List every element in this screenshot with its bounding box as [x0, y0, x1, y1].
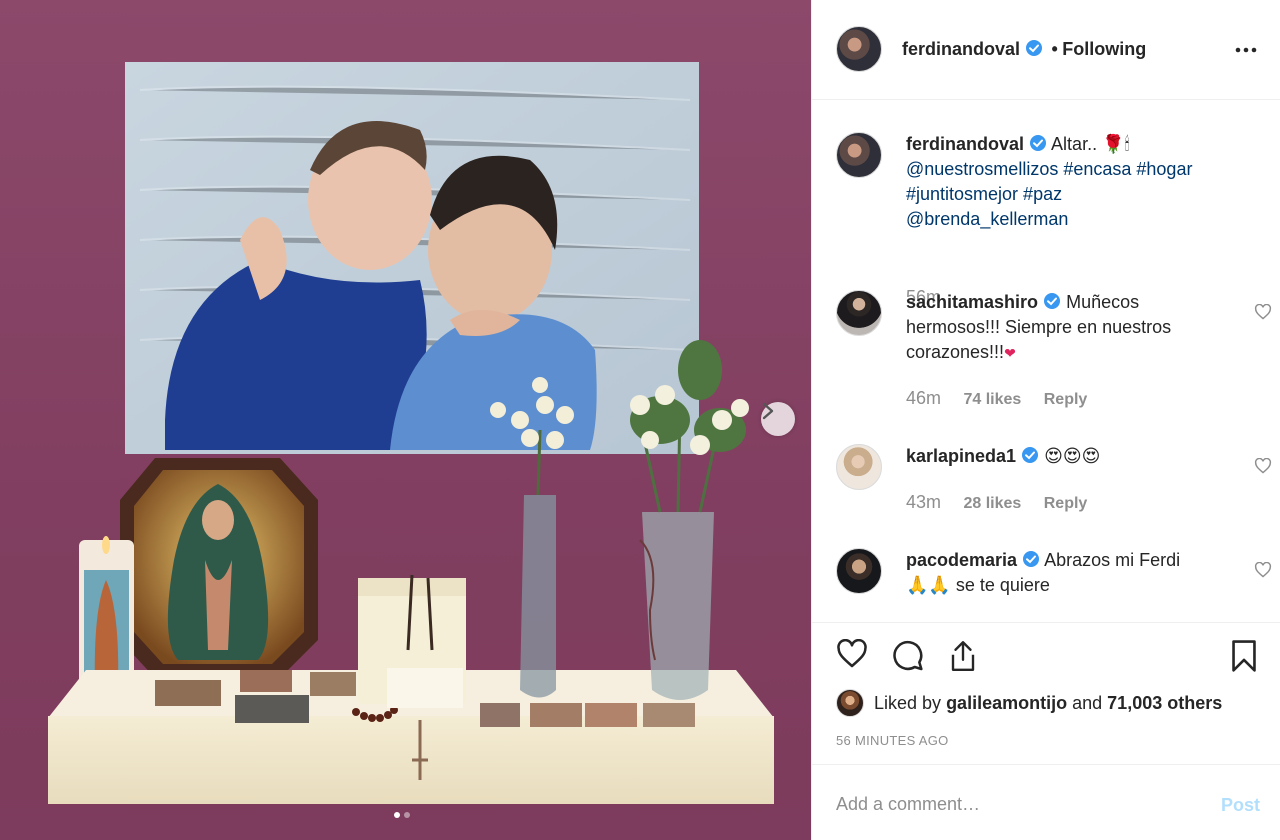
comments-list: ferdinandoval Altar.. 🌹🕯 @nuestrosmelliz…: [812, 100, 1280, 622]
comment-emoji: 🙏🙏: [906, 575, 951, 595]
verified-badge-icon: [1026, 40, 1043, 56]
comment-avatar[interactable]: [836, 444, 882, 490]
header-user-line: ferdinandoval • Following: [902, 39, 1146, 60]
author-username[interactable]: ferdinandoval: [902, 39, 1020, 59]
verified-badge-icon: [1023, 551, 1040, 567]
hashtag-links[interactable]: #juntitosmejor #paz: [906, 184, 1062, 204]
following-button[interactable]: Following: [1062, 39, 1146, 59]
comment-body: karlapineda1 😍😍😍: [906, 444, 1236, 469]
comment-text: hermosos!!! Siempre en nuestros: [906, 317, 1172, 337]
comment-text: Abrazos mi Ferdi: [1044, 550, 1181, 570]
post-actions: Liked by galileamontijo and 71,003 other…: [812, 622, 1280, 764]
post-photo[interactable]: [0, 0, 811, 840]
heart-icon[interactable]: [1254, 304, 1272, 320]
carousel-dot-2: [404, 812, 410, 818]
share-icon[interactable]: [948, 639, 978, 673]
comment-time[interactable]: 43m: [906, 492, 941, 512]
add-comment-bar: Post: [812, 764, 1280, 840]
post-sidebar: ferdinandoval • Following ferdinandoval …: [811, 0, 1280, 840]
hashtag-links[interactable]: #encasa #hogar: [1063, 159, 1192, 179]
next-photo-button[interactable]: [761, 402, 795, 436]
caption-avatar[interactable]: [836, 132, 882, 178]
likes-prefix: Liked by: [874, 692, 942, 713]
altar-photo-illustration: [0, 0, 811, 840]
chevron-right-icon: [762, 402, 774, 420]
verified-badge-icon: [1022, 447, 1039, 463]
bookmark-icon[interactable]: [1230, 639, 1258, 673]
reply-button[interactable]: Reply: [1044, 495, 1088, 512]
liker-username[interactable]: galileamontijo: [946, 693, 1067, 714]
header-separator: •: [1051, 39, 1058, 59]
comment-text: corazones!!!: [906, 342, 1005, 362]
comment-text: Muñecos: [1066, 292, 1140, 312]
comment-body: sachitamashiro Muñecos hermosos!!! Siemp…: [906, 290, 1236, 366]
post-comment-button[interactable]: Post: [1221, 795, 1260, 816]
caption-username[interactable]: ferdinandoval: [906, 134, 1024, 154]
comment-username[interactable]: pacodemaria: [906, 550, 1017, 570]
mention-link[interactable]: @brenda_kellerman: [906, 209, 1068, 229]
verified-badge-icon: [1030, 135, 1047, 151]
comment-username[interactable]: sachitamashiro: [906, 292, 1038, 312]
caption-text: Altar..: [1051, 134, 1098, 154]
mention-link[interactable]: @nuestrosmellizos: [906, 159, 1058, 179]
heart-icon[interactable]: [836, 639, 868, 669]
carousel-indicator: [394, 812, 410, 818]
liker-avatar: [836, 689, 864, 717]
comment-likes[interactable]: 74 likes: [963, 391, 1021, 408]
verified-badge-icon: [1044, 293, 1061, 309]
heart-icon[interactable]: [1254, 562, 1272, 578]
likes-summary[interactable]: Liked by galileamontijo and 71,003 other…: [836, 689, 1222, 717]
comment-meta: 46m 74 likes Reply: [906, 388, 1087, 409]
comment-username[interactable]: karlapineda1: [906, 446, 1016, 466]
comment-icon[interactable]: [892, 639, 924, 671]
carousel-dot-1: [394, 812, 400, 818]
reply-button[interactable]: Reply: [1044, 391, 1088, 408]
comment-avatar[interactable]: [836, 290, 882, 336]
comment-emoji: 😍😍😍: [1044, 446, 1101, 466]
more-dots-icon[interactable]: [1234, 40, 1258, 60]
caption-emoji: 🌹🕯: [1102, 134, 1130, 154]
comment-likes[interactable]: 28 likes: [963, 495, 1021, 512]
comment-input[interactable]: [836, 791, 1196, 817]
red-heart-emoji: ❤: [1004, 345, 1016, 361]
comment-text: se te quiere: [955, 575, 1050, 595]
post-timestamp[interactable]: 56 MINUTES AGO: [836, 733, 949, 748]
heart-icon[interactable]: [1254, 458, 1272, 474]
comment-time[interactable]: 46m: [906, 388, 941, 408]
caption-body: ferdinandoval Altar.. 🌹🕯 @nuestrosmelliz…: [906, 132, 1236, 232]
comment-meta: 43m 28 likes Reply: [906, 492, 1087, 513]
likes-count[interactable]: 71,003 others: [1107, 693, 1222, 714]
comment-avatar[interactable]: [836, 548, 882, 594]
comment-body: pacodemaria Abrazos mi Ferdi 🙏🙏 se te qu…: [906, 548, 1236, 598]
likes-and: and: [1072, 692, 1103, 713]
post-header: ferdinandoval • Following: [812, 0, 1280, 100]
author-avatar[interactable]: [836, 26, 882, 72]
